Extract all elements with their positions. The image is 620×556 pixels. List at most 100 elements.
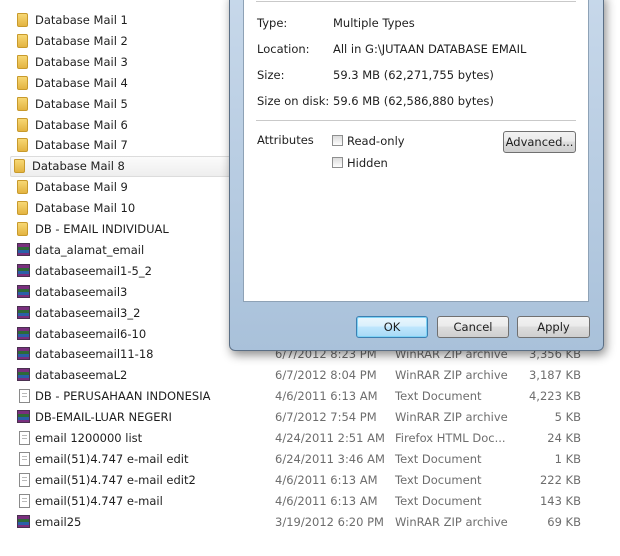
file-name: Database Mail 9 xyxy=(35,180,128,195)
winrar-icon xyxy=(17,514,30,528)
file-name: Database Mail 6 xyxy=(35,117,128,132)
size-label: Size: xyxy=(257,68,285,82)
folder-icon xyxy=(17,33,28,48)
location-label: Location: xyxy=(257,42,310,56)
file-date: 6/7/2012 8:04 PM xyxy=(275,368,377,383)
type-label: Type: xyxy=(257,16,288,30)
file-name: Database Mail 3 xyxy=(35,54,128,69)
file-date: 4/6/2011 6:13 AM xyxy=(275,472,378,487)
folder-icon xyxy=(17,13,28,27)
winrar-icon xyxy=(17,410,30,424)
file-row[interactable]: DB - PERUSAHAAN INDONESIA 4/6/2011 6:13 A… xyxy=(12,386,612,407)
winrar-icon xyxy=(17,284,30,298)
size-on-disk-label: Size on disk: xyxy=(257,94,330,108)
cancel-button[interactable]: Cancel xyxy=(437,316,509,338)
file-size: 1 KB xyxy=(554,451,581,466)
file-name: email25 xyxy=(35,514,82,529)
folder-icon xyxy=(17,222,28,236)
winrar-icon xyxy=(17,326,30,340)
file-size: 24 KB xyxy=(547,431,581,445)
file-type: Text Document xyxy=(395,451,482,466)
file-name: Database Mail 5 xyxy=(35,96,128,111)
file-name: Database Mail 7 xyxy=(35,138,128,153)
folder-icon xyxy=(17,180,28,195)
folder-icon xyxy=(14,159,25,174)
hidden-checkbox[interactable] xyxy=(332,157,343,168)
text-document-icon xyxy=(19,431,30,445)
attributes-label: Attributes xyxy=(257,133,314,147)
file-name: email 1200000 list xyxy=(35,431,143,445)
file-size: 4,223 KB xyxy=(528,389,581,404)
file-name: Database Mail 10 xyxy=(35,201,136,216)
winrar-icon xyxy=(17,305,30,319)
file-name: DB - PERUSAHAAN INDONESIA xyxy=(35,389,211,404)
file-row[interactable]: databaseemaL2 6/7/2012 8:04 PM WinRAR ZIP … xyxy=(12,365,612,386)
file-name: email(51)4.747 e-mail edit2 xyxy=(35,472,196,487)
hidden-label[interactable]: Hidden xyxy=(347,156,388,170)
text-document-icon xyxy=(19,472,30,487)
file-row[interactable]: email 1200000 list 4/24/2011 2:51 AM Firef… xyxy=(12,428,612,449)
type-value: Multiple Types xyxy=(333,16,415,30)
divider xyxy=(256,1,576,2)
folder-icon xyxy=(17,201,28,216)
divider xyxy=(256,120,576,121)
file-date: 4/6/2011 6:13 AM xyxy=(275,389,378,404)
folder-icon xyxy=(17,117,28,132)
readonly-label[interactable]: Read-only xyxy=(347,134,405,148)
file-name: Database Mail 1 xyxy=(35,13,128,27)
file-date: 4/6/2011 6:13 AM xyxy=(275,493,378,508)
winrar-icon xyxy=(17,242,30,256)
folder-icon xyxy=(17,54,28,69)
file-name: databaseemail11-18 xyxy=(35,347,154,362)
file-type: Text Document xyxy=(395,389,482,404)
file-row[interactable]: Database Mail 8 xyxy=(10,156,234,178)
text-document-icon xyxy=(19,493,30,508)
file-name: Database Mail 2 xyxy=(35,33,128,48)
folder-icon xyxy=(17,96,28,111)
file-date: 6/7/2012 7:54 PM xyxy=(275,410,377,425)
file-size: 143 KB xyxy=(539,493,581,508)
file-name: Database Mail 8 xyxy=(32,159,125,174)
file-name: Database Mail 4 xyxy=(35,75,128,90)
file-size: 222 KB xyxy=(539,472,581,487)
file-date: 6/24/2011 3:46 AM xyxy=(275,451,385,466)
file-name: databaseemail3 xyxy=(35,284,128,299)
file-row[interactable]: email(51)4.747 e-mail edit2 4/6/2011 6:13… xyxy=(12,470,612,491)
file-row[interactable]: email25 3/19/2012 6:20 PM WinRAR ZIP archi… xyxy=(12,512,612,533)
folder-icon xyxy=(17,138,28,153)
advanced-button[interactable]: Advanced... xyxy=(503,131,576,153)
file-name: databaseemail3_2 xyxy=(35,305,141,320)
readonly-checkbox[interactable] xyxy=(332,135,343,146)
file-date: 4/24/2011 2:51 AM xyxy=(275,431,385,445)
file-type: Text Document xyxy=(395,472,482,487)
location-value: All in G:\JUTAAN DATABASE EMAIL xyxy=(333,42,527,56)
file-name: DB - EMAIL INDIVIDUAL xyxy=(35,222,169,236)
ok-button[interactable]: OK xyxy=(356,316,428,338)
properties-dialog: Type: Multiple Types Location: All in G:… xyxy=(229,0,604,351)
file-row[interactable]: email(51)4.747 e-mail edit 6/24/2011 3:46… xyxy=(12,449,612,470)
file-name: email(51)4.747 e-mail xyxy=(35,493,163,508)
file-type: WinRAR ZIP archive xyxy=(395,514,508,529)
winrar-icon xyxy=(17,368,30,382)
file-name: DB-EMAIL-LUAR NEGERI xyxy=(35,410,172,425)
file-name: email(51)4.747 e-mail edit xyxy=(35,451,189,466)
file-type: Text Document xyxy=(395,493,482,508)
size-value: 59.3 MB (62,271,755 bytes) xyxy=(333,68,494,82)
file-name: databaseemail6-10 xyxy=(35,326,147,341)
winrar-icon xyxy=(17,347,30,361)
file-size: 3,187 KB xyxy=(528,368,581,383)
file-type: WinRAR ZIP archive xyxy=(395,410,508,425)
file-name: databaseemail1-5_2 xyxy=(35,263,152,278)
file-date: 3/19/2012 6:20 PM xyxy=(275,514,384,529)
file-row[interactable]: DB-EMAIL-LUAR NEGERI 6/7/2012 7:54 PM WinR… xyxy=(12,407,612,428)
file-size: 69 KB xyxy=(547,514,581,529)
size-on-disk-value: 59.6 MB (62,586,880 bytes) xyxy=(333,94,494,108)
file-row[interactable]: email(51)4.747 e-mail 4/6/2011 6:13 AM Tex… xyxy=(12,491,612,512)
general-tab-panel: Type: Multiple Types Location: All in G:… xyxy=(243,0,589,302)
text-document-icon xyxy=(19,451,30,466)
file-name: databaseemaL2 xyxy=(35,368,128,383)
apply-button[interactable]: Apply xyxy=(517,316,590,338)
folder-icon xyxy=(17,75,28,90)
text-document-icon xyxy=(19,389,30,404)
file-size: 5 KB xyxy=(554,410,581,425)
